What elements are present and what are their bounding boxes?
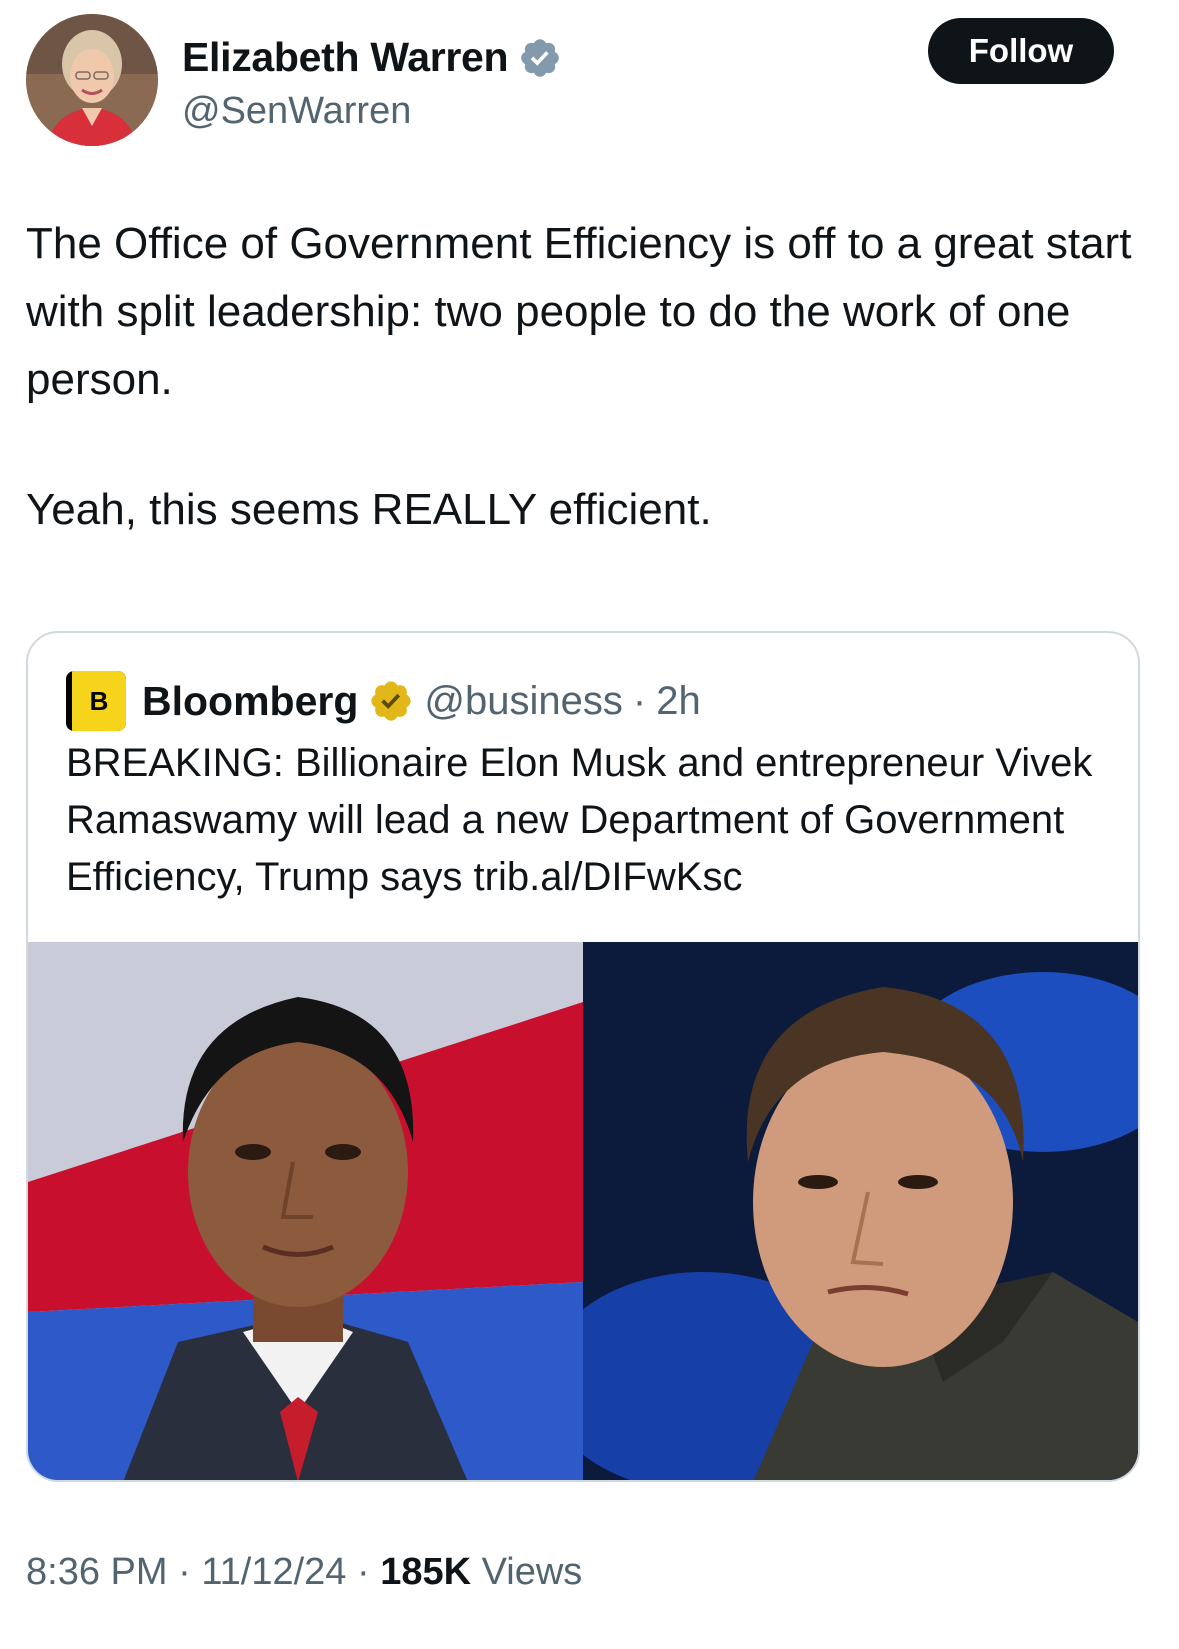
media-photo-left[interactable]	[28, 942, 583, 1480]
separator-dot: ·	[356, 1551, 370, 1593]
quoted-tweet-card[interactable]: B Bloomberg @business · 2h BREAKING: Billi…	[26, 631, 1140, 1482]
tweet-time[interactable]: 8:36 PM	[26, 1551, 168, 1593]
tweet-date[interactable]: 11/12/24	[201, 1551, 346, 1593]
bloomberg-logo-letter: B	[72, 671, 126, 731]
media-photo-right[interactable]	[583, 942, 1138, 1480]
bloomberg-logo-icon: B	[66, 671, 126, 731]
tweet-text: The Office of Government Efficiency is o…	[26, 210, 1146, 544]
quoted-tweet-media[interactable]	[28, 942, 1138, 1480]
verified-badge-icon	[518, 36, 562, 80]
quoted-tweet-text: BREAKING: Billionaire Elon Musk and entr…	[66, 741, 1093, 899]
author-display-name[interactable]: Elizabeth Warren	[182, 34, 509, 81]
quoted-tweet-time[interactable]: 2h	[656, 679, 701, 724]
tweet-paragraph: Yeah, this seems REALLY efficient.	[26, 485, 712, 534]
quoted-author-handle[interactable]: @business	[424, 679, 622, 724]
author-avatar[interactable]	[26, 14, 158, 146]
tweet-header: Elizabeth Warren @SenWarren Follow	[26, 14, 1156, 146]
author-name-row: Elizabeth Warren	[182, 34, 562, 81]
separator-dot: ·	[632, 678, 647, 723]
views-count: 185K	[380, 1551, 472, 1593]
tweet-meta: 8:36 PM · 11/12/24 · 185K Views	[26, 1551, 582, 1594]
follow-button[interactable]: Follow	[928, 18, 1114, 84]
tweet-paragraph: The Office of Government Efficiency is o…	[26, 219, 1132, 404]
author-handle[interactable]: @SenWarren	[182, 90, 411, 133]
gold-verified-badge-icon	[368, 678, 414, 724]
quoted-author-name[interactable]: Bloomberg	[142, 678, 358, 725]
views-label: Views	[481, 1551, 583, 1593]
separator-dot: ·	[178, 1551, 191, 1593]
quoted-tweet-header: B Bloomberg @business · 2h	[66, 671, 701, 731]
